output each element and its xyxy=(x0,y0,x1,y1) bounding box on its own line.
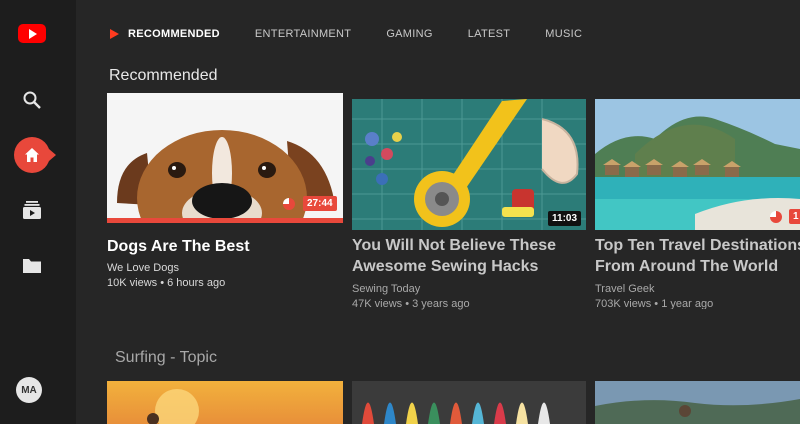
video-channel: We Love Dogs xyxy=(107,262,179,274)
category-tabs: RECOMMENDED ENTERTAINMENT GAMING LATEST … xyxy=(110,26,617,42)
section-title-recommended: Recommended xyxy=(109,67,218,84)
sidebar: MA xyxy=(0,0,76,424)
coast-thumbnail-image xyxy=(595,381,800,424)
video-card[interactable]: 11:03 You Will Not Believe These Awesome… xyxy=(352,99,586,310)
tab-label: GAMING xyxy=(386,28,433,40)
duration-badge: 27:44 xyxy=(303,196,337,211)
travel-thumbnail-image xyxy=(595,99,800,230)
video-channel: Travel Geek xyxy=(595,283,655,295)
subscriptions-icon xyxy=(23,201,41,219)
video-title: Dogs Are The Best xyxy=(107,238,250,255)
video-title-line: You Will Not Believe These xyxy=(352,237,557,254)
tab-gaming[interactable]: GAMING xyxy=(386,26,432,42)
sidebar-item-home[interactable] xyxy=(14,137,56,173)
tab-label: ENTERTAINMENT xyxy=(254,28,352,40)
duration-badge: 11:03 xyxy=(548,211,582,226)
youtube-logo-icon[interactable] xyxy=(18,24,46,43)
video-card[interactable]: 1 Top Ten Travel Destinations From Aroun… xyxy=(595,99,800,309)
partial-watched-icon xyxy=(283,198,295,210)
video-channel: Sewing Today xyxy=(352,283,421,295)
tab-entertainment[interactable]: ENTERTAINMENT xyxy=(255,26,351,42)
video-thumbnail[interactable] xyxy=(595,381,800,424)
avatar[interactable]: MA xyxy=(16,377,42,403)
sidebar-item-search[interactable] xyxy=(14,82,50,118)
sidebar-item-subscriptions[interactable] xyxy=(14,192,50,228)
video-stats: 703K views • 1 year ago xyxy=(595,298,714,309)
surfboards-thumbnail-image xyxy=(352,381,586,424)
video-title-line: From Around The World xyxy=(595,258,779,275)
folder-icon xyxy=(23,259,41,273)
watch-progress-bar xyxy=(107,218,343,223)
video-title-line: Top Ten Travel Destinations xyxy=(595,237,800,254)
play-indicator-icon xyxy=(110,29,119,39)
video-title: You Will Not Believe These Awesome Sewin… xyxy=(352,235,556,277)
video-stats: 10K views • 6 hours ago xyxy=(107,277,226,289)
tab-latest[interactable]: LATEST xyxy=(468,26,511,42)
partial-watched-icon xyxy=(770,211,782,223)
video-title-line: Awesome Sewing Hacks xyxy=(352,258,539,275)
video-card[interactable]: 27:44 Dogs Are The Best We Love Dogs 10K… xyxy=(107,93,343,293)
tab-recommended[interactable]: RECOMMENDED xyxy=(110,26,220,42)
home-icon xyxy=(25,148,39,162)
video-stats: 47K views • 3 years ago xyxy=(352,298,470,310)
section-title-surfing: Surfing - Topic xyxy=(115,349,217,366)
video-thumbnail[interactable] xyxy=(595,99,800,230)
tab-music[interactable]: MUSIC xyxy=(545,26,582,42)
video-thumbnail[interactable] xyxy=(107,381,343,424)
tab-label: RECOMMENDED xyxy=(128,28,220,40)
tab-label: LATEST xyxy=(467,28,511,40)
video-title: Top Ten Travel Destinations From Around … xyxy=(595,235,800,277)
search-icon xyxy=(23,91,41,109)
video-thumbnail[interactable] xyxy=(352,381,586,424)
sunset-thumbnail-image xyxy=(147,389,199,424)
duration-badge: 1 xyxy=(789,209,800,224)
sidebar-item-library[interactable] xyxy=(14,248,50,284)
tab-label: MUSIC xyxy=(545,28,583,40)
